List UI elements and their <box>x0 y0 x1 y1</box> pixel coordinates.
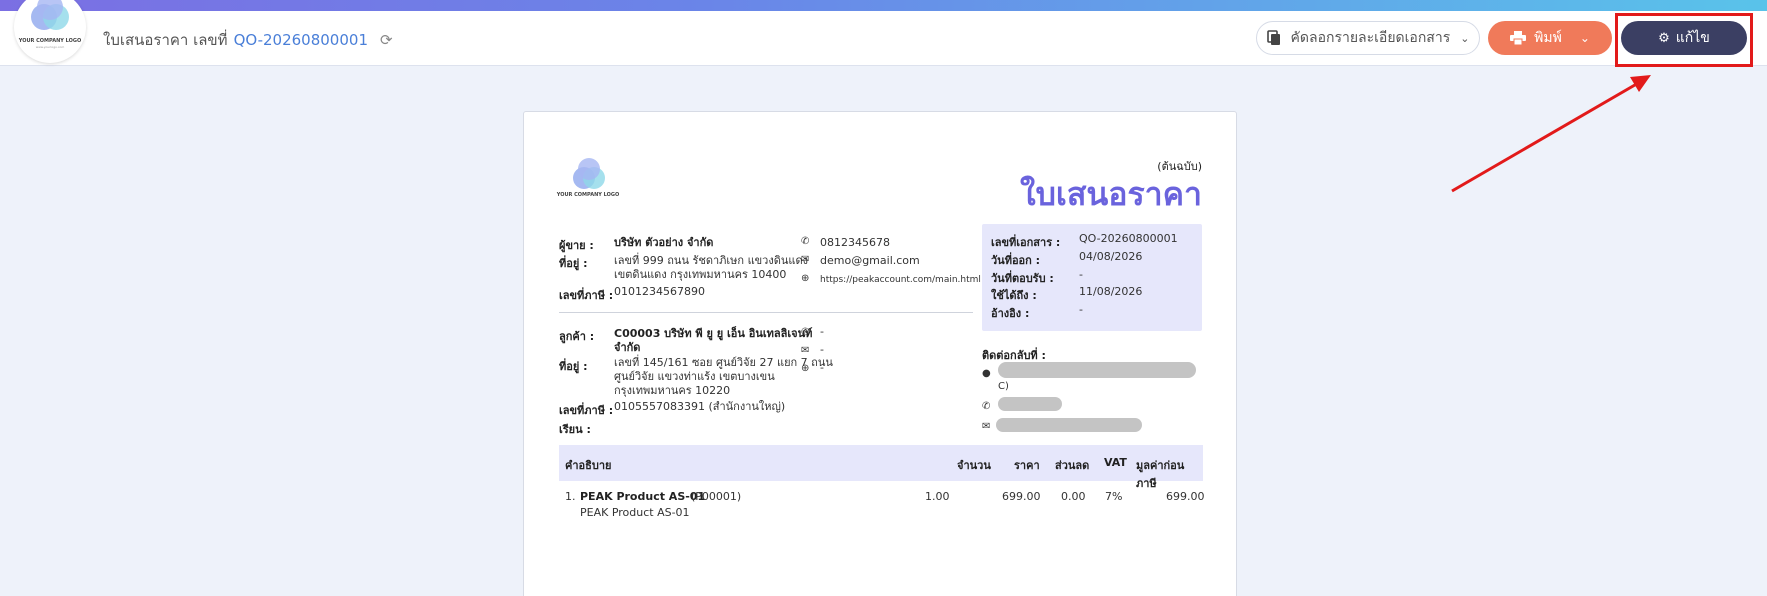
doc-no-label: เลขที่เอกสาร : <box>991 236 1061 249</box>
seller-address-line1: เลขที่ 999 ถนน รัชดาภิเษก แขวงดินแดง <box>614 254 808 267</box>
product-name: PEAK Product AS-01 <box>580 490 706 503</box>
seller-name: บริษัท ตัวอย่าง จำกัด <box>614 236 714 249</box>
seller-label: ผู้ขาย : <box>559 239 594 252</box>
doc-number-link[interactable]: QO-20260800001 <box>234 31 368 49</box>
item-quantity: 1.00 <box>925 490 950 503</box>
document-logo-icon <box>573 158 605 189</box>
seller-tax-id: 0101234567890 <box>614 285 705 298</box>
company-logo[interactable]: YOUR COMPANY LOGO www.yourlogo.com <box>14 0 86 63</box>
customer-email: - <box>820 343 824 356</box>
seller-tax-label: เลขที่ภาษี : <box>559 289 614 302</box>
seller-address-line2: เขตดินแดง กรุงเทพมหานคร 10400 <box>614 268 787 281</box>
copy-document-button[interactable]: คัดลอกรายละเอียดเอกสาร ⌄ <box>1256 21 1480 55</box>
item-price: 699.00 <box>1002 490 1041 503</box>
valid-until-label: ใช้ได้ถึง : <box>991 289 1037 302</box>
seller-address-label: ที่อยู่ : <box>559 257 588 270</box>
refresh-icon[interactable]: ⟳ <box>380 31 393 49</box>
logo-subtext: www.yourlogo.com <box>35 45 65 49</box>
logo-text: YOUR COMPANY LOGO <box>18 38 82 44</box>
copy-icon <box>1266 30 1280 45</box>
seller-website: https://peakaccount.com/main.html <box>820 275 981 285</box>
reply-date-value: - <box>1079 268 1083 281</box>
customer-globe-icon: ⊕ <box>801 363 810 374</box>
customer-phone: - <box>820 325 824 338</box>
print-button[interactable]: พิมพ์ ⌄ <box>1488 21 1612 55</box>
redacted-contact-name <box>998 362 1196 378</box>
items-table-header: คำอธิบาย จำนวน ราคา ส่วนลด VAT มูลค่าก่อ… <box>559 445 1203 490</box>
reference-value: - <box>1079 303 1083 316</box>
valid-until-value: 11/08/2026 <box>1079 285 1143 298</box>
customer-tax-label: เลขที่ภาษี : <box>559 404 614 417</box>
customer-website: - <box>820 361 824 374</box>
product-description: PEAK Product AS-01 <box>580 506 690 519</box>
customer-tax-id: 0105557083391 (สำนักงานใหญ่) <box>614 400 786 413</box>
customer-label: ลูกค้า : <box>559 330 595 343</box>
seller-email: demo@gmail.com <box>820 254 920 267</box>
customer-address-line2: ศูนย์วิจัย แขวงท่าแร้ง เขตบางเขน <box>614 370 775 383</box>
document-logo-text: YOUR COMPANY LOGO <box>556 192 620 198</box>
redacted-contact-phone <box>998 397 1062 411</box>
customer-address-label: ที่อยู่ : <box>559 360 588 373</box>
product-code: (P00001) <box>691 490 742 503</box>
col-vat: VAT <box>1104 456 1127 469</box>
issue-date-label: วันที่ออก : <box>991 254 1041 267</box>
customer-address-line3: กรุงเทพมหานคร 10220 <box>614 384 731 397</box>
reference-label: อ้างอิง : <box>991 307 1030 320</box>
col-price: ราคา <box>1014 459 1040 472</box>
document-title: ใบเสนอราคา <box>1019 175 1202 213</box>
app-header: YOUR COMPANY LOGO www.yourlogo.com ใบเสน… <box>0 0 1767 66</box>
redacted-contact-email <box>996 418 1142 432</box>
contact-email-icon: ✉ <box>982 421 991 432</box>
item-amount: 699.00 <box>1166 490 1205 503</box>
printer-icon <box>1510 31 1527 45</box>
col-amount-before-tax: มูลค่าก่อนภาษี <box>1136 459 1185 490</box>
logo-circles-icon <box>31 0 69 30</box>
top-gradient-strip <box>0 0 1767 11</box>
document-paper: YOUR COMPANY LOGO (ต้นฉบับ) ใบเสนอราคา ผ… <box>523 111 1237 596</box>
customer-email-icon: ✉ <box>801 345 810 356</box>
col-description: คำอธิบาย <box>565 459 612 472</box>
email-icon: ✉ <box>801 254 810 265</box>
person-icon: ● <box>982 368 991 379</box>
issue-date-value: 04/08/2026 <box>1079 250 1143 263</box>
customer-name-line2: จำกัด <box>614 341 641 354</box>
col-discount: ส่วนลด <box>1055 459 1090 472</box>
phone-icon: ✆ <box>801 236 810 247</box>
attention-label: เรียน : <box>559 423 591 436</box>
reply-date-label: วันที่ตอบรับ : <box>991 272 1054 285</box>
contact-phone-icon: ✆ <box>982 401 991 412</box>
print-dropdown-chevron-icon[interactable]: ⌄ <box>1580 31 1590 45</box>
col-quantity: จำนวน <box>957 459 991 472</box>
item-discount: 0.00 <box>1061 490 1086 503</box>
breadcrumb: ใบเสนอราคา เลขที่ QO-20260800001 ⟳ <box>103 28 393 52</box>
row-number: 1. <box>565 490 576 503</box>
seller-phone: 0812345678 <box>820 236 890 249</box>
doc-type-label: ใบเสนอราคา เลขที่ <box>103 31 228 49</box>
globe-icon: ⊕ <box>801 273 810 284</box>
copy-button-label: คัดลอกรายละเอียดเอกสาร <box>1290 30 1451 46</box>
print-button-label: พิมพ์ <box>1534 30 1562 46</box>
chevron-down-icon: ⌄ <box>1460 31 1470 45</box>
contact-name-suffix: C) <box>998 381 1009 392</box>
item-vat: 7% <box>1105 490 1123 503</box>
customer-phone-icon: ✆ <box>801 327 810 338</box>
section-divider <box>559 312 973 313</box>
edit-button-highlight-box <box>1615 13 1753 67</box>
doc-no-value: QO-20260800001 <box>1079 232 1178 245</box>
customer-name-line1: C00003 บริษัท พี ยู ยู เอ็น อินเทลลิเจนท… <box>614 327 813 340</box>
